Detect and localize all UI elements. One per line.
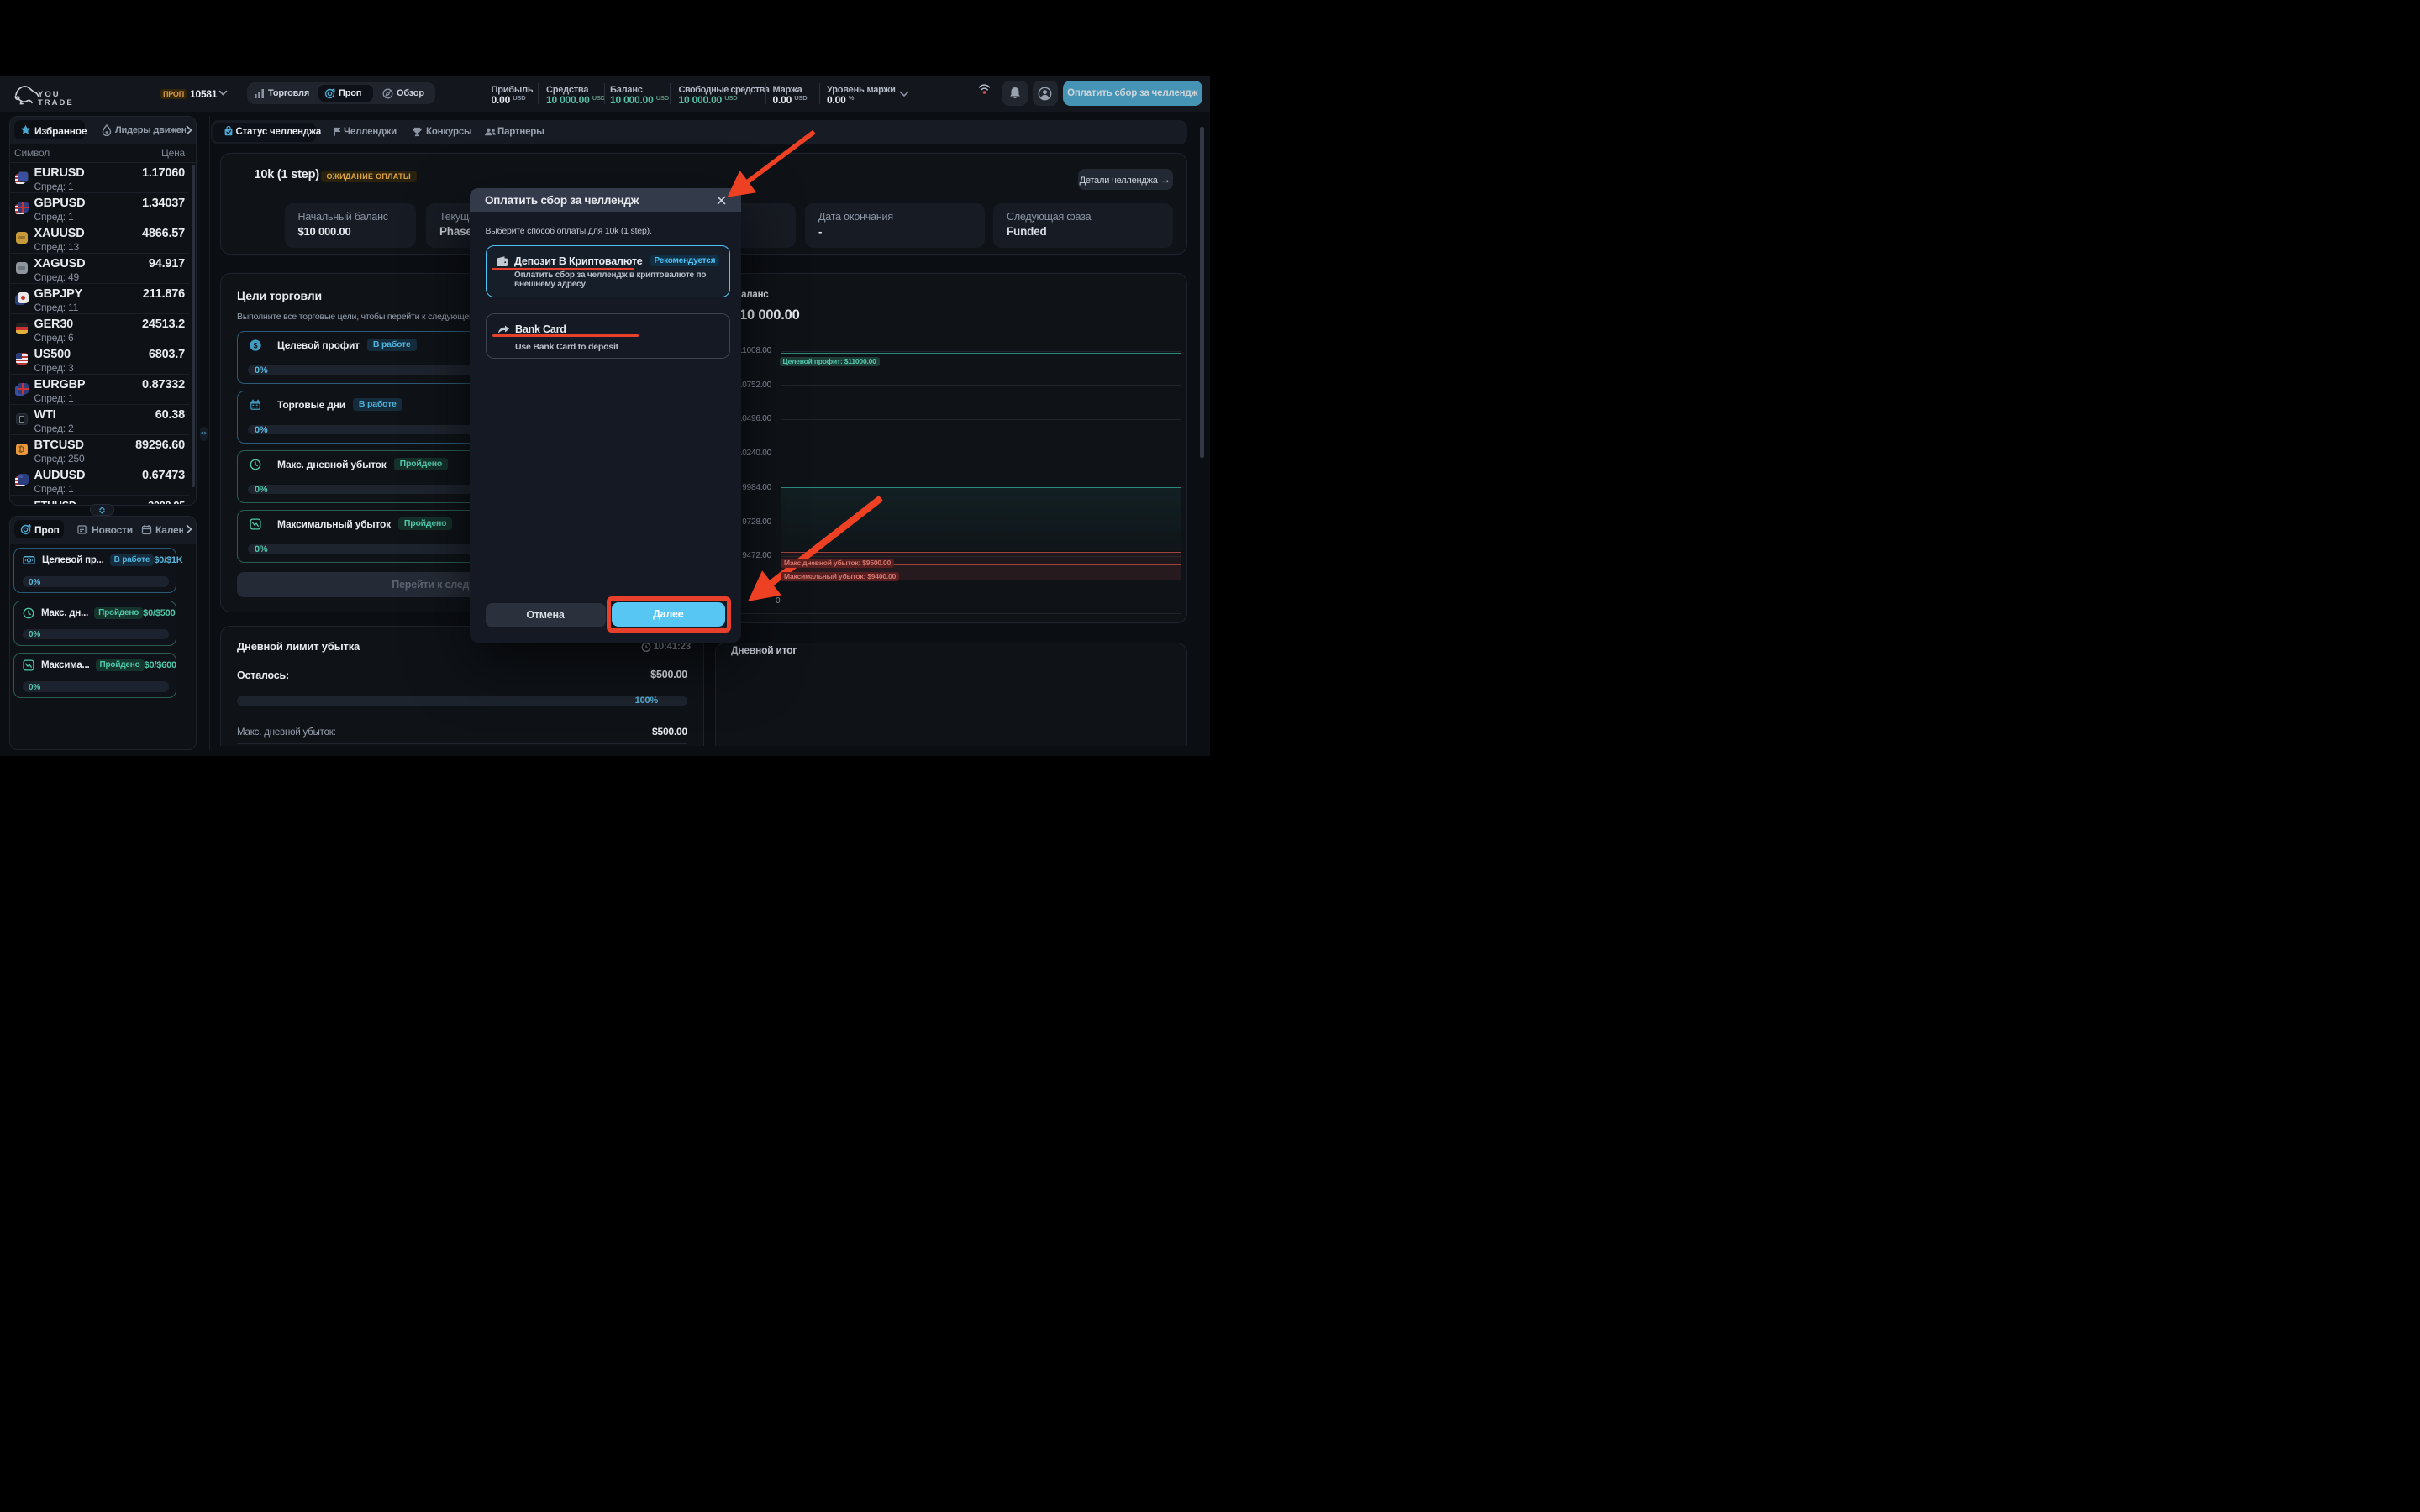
svg-text:$: $ (254, 341, 258, 349)
svg-text:TRADE: TRADE (38, 98, 74, 106)
